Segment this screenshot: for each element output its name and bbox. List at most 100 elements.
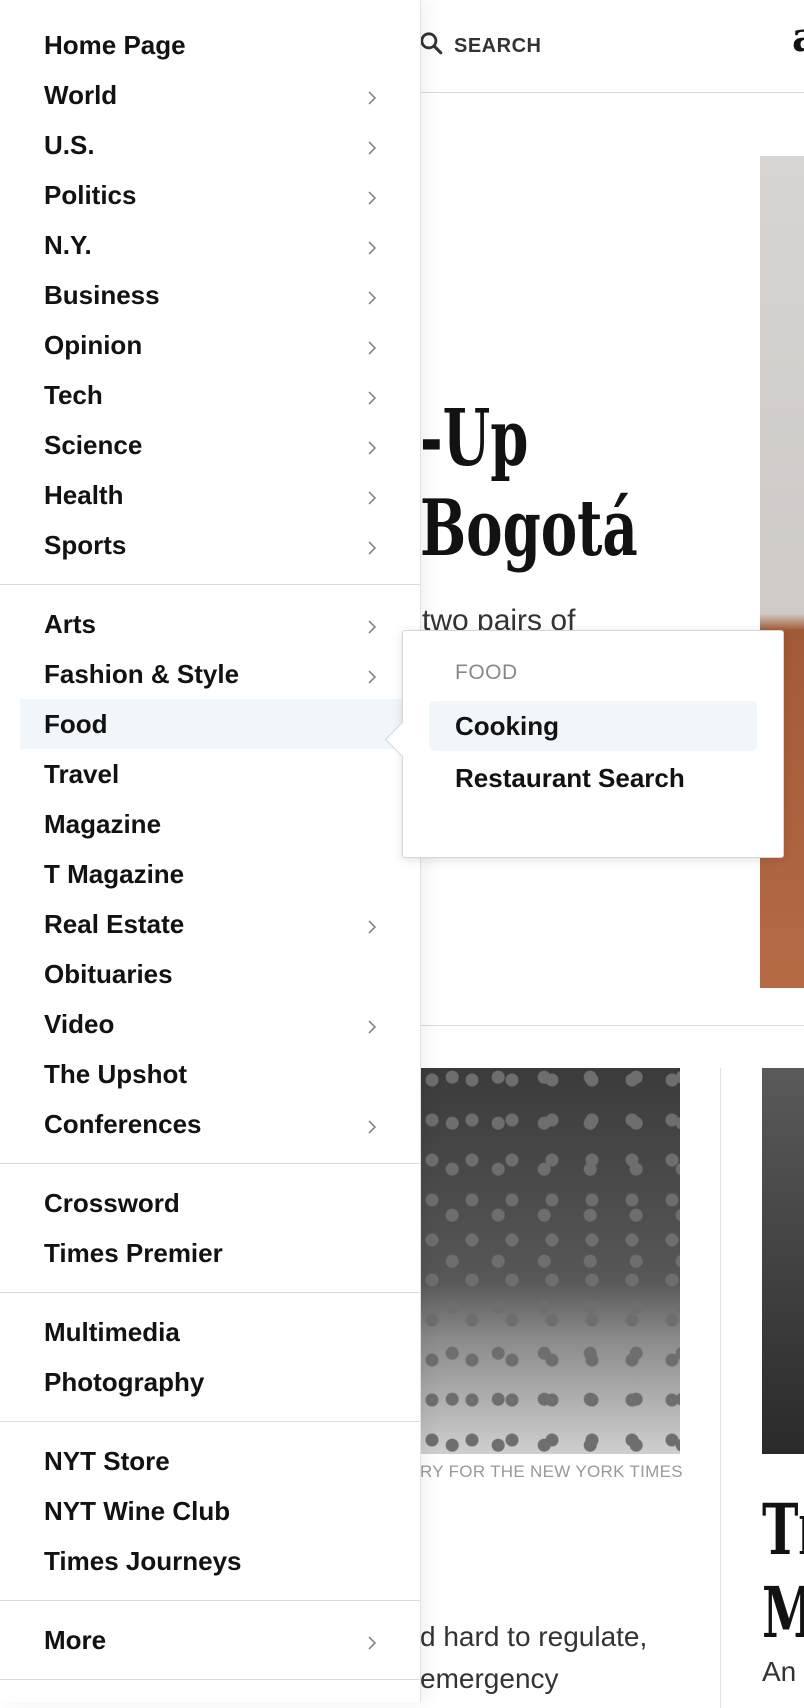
menu-item-science[interactable]: Science (20, 420, 420, 470)
menu-item-world[interactable]: World (20, 70, 420, 120)
menu-item-label: Multimedia (44, 1316, 180, 1347)
headline-line-1[interactable]: -Up (420, 398, 528, 480)
menu-item-sports[interactable]: Sports (20, 520, 420, 570)
menu-item-nyt-store[interactable]: NYT Store (20, 1436, 420, 1486)
food-submenu: FOOD Cooking Restaurant Search (384, 630, 784, 858)
photo-credit: RY FOR THE NEW YORK TIMES (420, 1462, 683, 1481)
menu-section: Arts Fashion & Style Food Travel Magazine T M… (0, 585, 420, 1164)
menu-item-travel[interactable]: Travel (20, 749, 420, 799)
chevron-right-icon (362, 663, 382, 684)
menu-item-multimedia[interactable]: Multimedia (20, 1307, 420, 1357)
menu-item-video[interactable]: Video (20, 999, 420, 1049)
menu-item-fashion-style[interactable]: Fashion & Style (20, 649, 420, 699)
chevron-right-icon (362, 184, 382, 205)
menu-item-label: Times Premier (44, 1237, 223, 1268)
story-photo[interactable] (420, 1068, 680, 1454)
menu-item-label: Food (44, 708, 108, 739)
menu-item-label: T Magazine (44, 858, 185, 889)
chevron-right-icon (362, 1113, 382, 1134)
chevron-right-icon (362, 613, 382, 634)
menu-item-conferences[interactable]: Conferences (20, 1099, 420, 1149)
chevron-right-icon (362, 1013, 382, 1034)
menu-item-label: Magazine (44, 808, 162, 839)
menu-item-arts[interactable]: Arts (20, 599, 420, 649)
menu-section: Multimedia Photography (0, 1293, 420, 1422)
chevron-right-icon (362, 384, 382, 405)
menu-item-magazine[interactable]: Magazine (20, 799, 420, 849)
menu-item-label: Tech (44, 379, 103, 410)
menu-section: NYT Store NYT Wine Club Times Journeys (0, 1422, 420, 1601)
section-divider (420, 1025, 804, 1026)
submenu-title: FOOD (455, 661, 518, 684)
menu-item-obituaries[interactable]: Obituaries (20, 949, 420, 999)
menu-item-label: World (44, 79, 118, 110)
menu-item-label: NYT Wine Club (44, 1495, 231, 1526)
menu-item-opinion[interactable]: Opinion (20, 320, 420, 370)
menu-item-the-upshot[interactable]: The Upshot (20, 1049, 420, 1099)
side-story-photo[interactable] (762, 1068, 804, 1454)
lede-line-1: d hard to regulate, (420, 1621, 648, 1652)
menu-item-label: Home Page (44, 29, 186, 60)
menu-item-times-premier[interactable]: Times Premier (20, 1228, 420, 1278)
menu-item-label: Crossword (44, 1187, 180, 1218)
menu-item-label: More (44, 1624, 107, 1655)
chevron-right-icon (362, 234, 382, 255)
menu-item-tech[interactable]: Tech (20, 370, 420, 420)
menu-item-label: Fashion & Style (44, 658, 240, 689)
menu-item-times-journeys[interactable]: Times Journeys (20, 1536, 420, 1586)
hero-image[interactable] (760, 156, 804, 988)
menu-item-label: Conferences (44, 1108, 202, 1139)
menu-section: Home Page World U.S. Politics N.Y. Business Op… (0, 0, 420, 585)
menu-item-label: Politics (44, 179, 137, 210)
menu-item-label: Health (44, 479, 124, 510)
lede-line-2: emergency (420, 1663, 559, 1694)
menu-item-photography[interactable]: Photography (20, 1357, 420, 1407)
menu-item-u-s[interactable]: U.S. (20, 120, 420, 170)
menu-item-label: N.Y. (44, 229, 92, 260)
menu-item-label: Obituaries (44, 958, 173, 989)
chevron-right-icon (362, 484, 382, 505)
brand-logo[interactable]: a (792, 14, 804, 61)
chevron-right-icon (362, 534, 382, 555)
menu-item-label: Science (44, 429, 143, 460)
menu-item-label: Real Estate (44, 908, 185, 939)
submenu-item-cooking[interactable]: Cooking (429, 701, 757, 751)
search-label: SEARCH (454, 34, 542, 57)
menu-item-more[interactable]: More (20, 1615, 420, 1665)
column-divider (720, 1068, 721, 1708)
story-lede: d hard to regulate, emergency (420, 1616, 647, 1700)
side-story-headline[interactable]: TlM (762, 1492, 804, 1651)
menu-item-label: Video (44, 1008, 115, 1039)
chevron-right-icon (362, 1629, 382, 1650)
submenu-item-restaurant-search[interactable]: Restaurant Search (429, 753, 757, 803)
menu-item-label: The Upshot (44, 1058, 187, 1089)
menu-item-nyt-wine-club[interactable]: NYT Wine Club (20, 1486, 420, 1536)
menu-item-label: Sports (44, 529, 127, 560)
side-menu: Home Page World U.S. Politics N.Y. Business Op… (0, 0, 421, 1702)
menu-item-label: Arts (44, 608, 97, 639)
menu-item-crossword[interactable]: Crossword (20, 1178, 420, 1228)
menu-item-label: Opinion (44, 329, 143, 360)
menu-item-home-page[interactable]: Home Page (20, 20, 420, 70)
menu-item-t-magazine[interactable]: T Magazine (20, 849, 420, 899)
chevron-right-icon (362, 913, 382, 934)
menu-section: More (0, 1601, 420, 1680)
chevron-right-icon (362, 434, 382, 455)
menu-item-label: Photography (44, 1366, 205, 1397)
chevron-right-icon (362, 134, 382, 155)
menu-item-n-y[interactable]: N.Y. (20, 220, 420, 270)
menu-item-label: Business (44, 279, 160, 310)
search-button[interactable]: SEARCH (418, 30, 541, 62)
menu-item-business[interactable]: Business (20, 270, 420, 320)
menu-item-real-estate[interactable]: Real Estate (20, 899, 420, 949)
side-story-lede: An (762, 1656, 797, 1687)
menu-item-label: Times Journeys (44, 1545, 242, 1576)
menu-item-label: U.S. (44, 129, 95, 160)
headline-line-2[interactable]: Bogotá (420, 488, 638, 570)
menu-item-politics[interactable]: Politics (20, 170, 420, 220)
menu-item-health[interactable]: Health (20, 470, 420, 520)
search-icon (418, 30, 444, 62)
menu-item-food[interactable]: Food (20, 699, 420, 749)
chevron-right-icon (362, 84, 382, 105)
menu-item-label: Travel (44, 758, 120, 789)
